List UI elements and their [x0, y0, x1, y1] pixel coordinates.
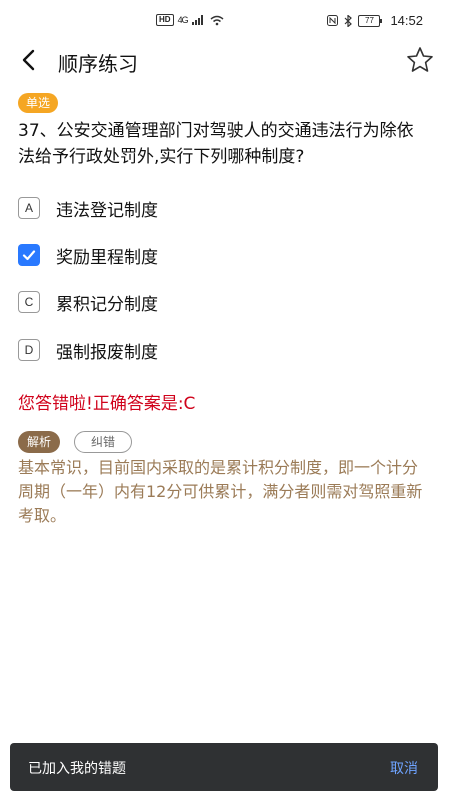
option-c-key: C — [18, 291, 40, 313]
option-d[interactable]: D 强制报废制度 — [18, 337, 158, 363]
question-text: 37、公安交通管理部门对驾驶人的交通违法行为除依法给予行政处罚外,实行下列哪种制… — [18, 121, 414, 167]
checkmark-icon — [18, 244, 40, 266]
option-a-key: A — [18, 197, 40, 219]
option-d-key: D — [18, 339, 40, 361]
battery-indicator: 77 — [358, 14, 383, 27]
favorite-star-icon[interactable] — [405, 45, 435, 75]
hd-indicator: HD — [156, 14, 174, 26]
question-type-badge: 单选 — [18, 93, 59, 113]
option-b-label: 奖励里程制度 — [56, 247, 158, 268]
answer-result: 您答错啦!正确答案是:C — [18, 394, 196, 414]
status-bar: HD 4G 77 14:52 — [0, 0, 449, 40]
status-left: HD 4G — [156, 14, 224, 26]
page-title: 顺序练习 — [58, 52, 138, 76]
option-a[interactable]: A 违法登记制度 — [18, 195, 158, 221]
nfc-icon — [327, 15, 339, 26]
option-d-label: 强制报废制度 — [56, 342, 158, 363]
status-right: 77 14:52 — [327, 13, 423, 28]
snackbar: 已加入我的错题 取消 — [10, 743, 438, 791]
option-c[interactable]: C 累积记分制度 — [18, 289, 158, 315]
option-b[interactable]: 奖励里程制度 — [18, 242, 158, 268]
back-arrow-icon[interactable] — [16, 46, 44, 74]
snackbar-message: 已加入我的错题 — [28, 761, 126, 777]
nav-bar: 顺序练习 — [0, 40, 449, 82]
clock: 14:52 — [390, 13, 423, 28]
signal-icon — [191, 15, 203, 25]
analysis-tag: 解析 — [18, 431, 61, 453]
bluetooth-icon — [345, 14, 353, 27]
option-a-label: 违法登记制度 — [56, 200, 158, 221]
analysis-text: 基本常识，目前国内采取的是累计积分制度，即一个计分周期（一年）内有12分可供累计… — [18, 458, 423, 525]
snackbar-cancel-button[interactable]: 取消 — [390, 758, 418, 778]
wifi-icon — [210, 15, 224, 25]
option-c-label: 累积记分制度 — [56, 294, 158, 315]
report-error-button[interactable]: 纠错 — [74, 431, 133, 453]
network-type: 4G — [177, 15, 189, 25]
